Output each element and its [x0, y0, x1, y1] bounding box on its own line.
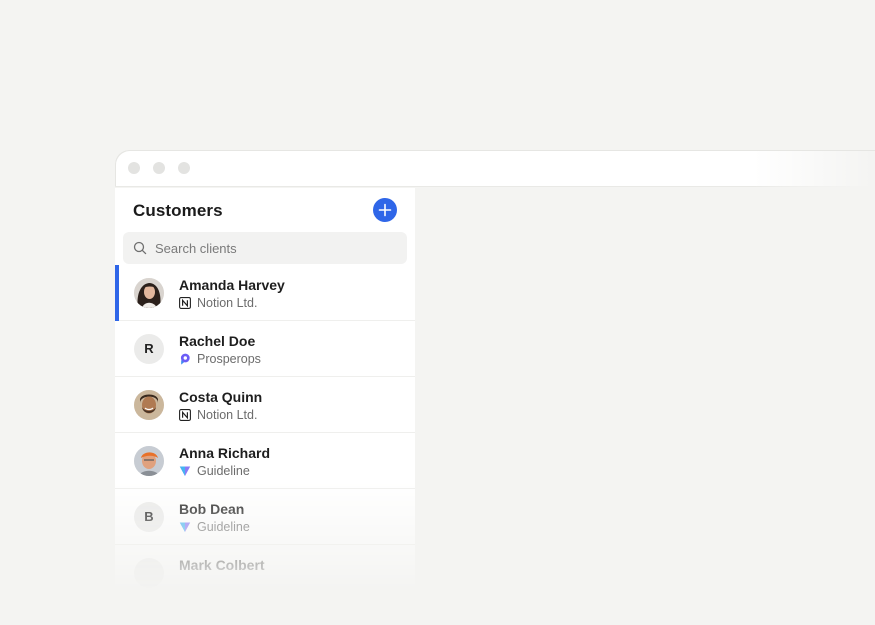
company-name: Prosperops: [197, 352, 261, 366]
guideline-logo-icon: [179, 522, 191, 532]
customer-name: Costa Quinn: [179, 389, 263, 405]
customer-row[interactable]: R Rachel Doe Prosperops: [115, 321, 415, 377]
avatar: [134, 278, 164, 308]
customer-name: Rachel Doe: [179, 333, 256, 349]
notion-logo-icon: [179, 409, 191, 421]
company-name: Guideline: [197, 464, 250, 478]
plus-icon: [378, 203, 392, 217]
avatar: R: [134, 334, 164, 364]
avatar: B: [134, 502, 164, 532]
sidebar-header: Customers: [115, 188, 415, 232]
customer-name: Amanda Harvey: [179, 277, 285, 293]
search-box[interactable]: [123, 232, 407, 264]
customers-sidebar: Customers Search clients Amanda Harvey N…: [115, 188, 415, 625]
company-name: Notion Ltd.: [197, 408, 258, 422]
avatar-initial: R: [144, 341, 154, 356]
notion-logo-icon: [179, 297, 191, 309]
avatar: [134, 558, 164, 588]
customer-name: Mark Colbert: [179, 557, 265, 573]
page-title: Customers: [133, 201, 223, 220]
search-icon: [133, 241, 147, 255]
add-customer-button[interactable]: [373, 198, 397, 222]
guideline-logo-icon: [179, 466, 191, 476]
customer-name: Bob Dean: [179, 501, 245, 517]
customer-row[interactable]: Costa Quinn Notion Ltd.: [115, 377, 415, 433]
window-maximize-dot[interactable]: [178, 162, 190, 174]
avatar-initial: B: [144, 509, 154, 524]
avatar: [134, 446, 164, 476]
app-window: Customers Search clients Amanda Harvey N…: [115, 150, 875, 625]
company-name: Guideline: [197, 520, 250, 534]
prosperops-logo-icon: [180, 353, 190, 365]
window-minimize-dot[interactable]: [153, 162, 165, 174]
customer-row[interactable]: Mark Colbert: [115, 545, 415, 601]
company-name: Notion Ltd.: [197, 296, 258, 310]
customer-row[interactable]: Anna Richard Guideline: [115, 433, 415, 489]
customer-row[interactable]: Amanda Harvey Notion Ltd.: [115, 265, 415, 321]
window-titlebar: [115, 150, 875, 187]
avatar: [134, 390, 164, 420]
customer-row[interactable]: B Bob Dean Guideline: [115, 489, 415, 545]
customer-name: Anna Richard: [179, 445, 271, 461]
search-input[interactable]: [155, 232, 395, 264]
customer-list: Amanda Harvey Notion Ltd. R Rachel Doe P…: [115, 265, 415, 601]
window-close-dot[interactable]: [128, 162, 140, 174]
